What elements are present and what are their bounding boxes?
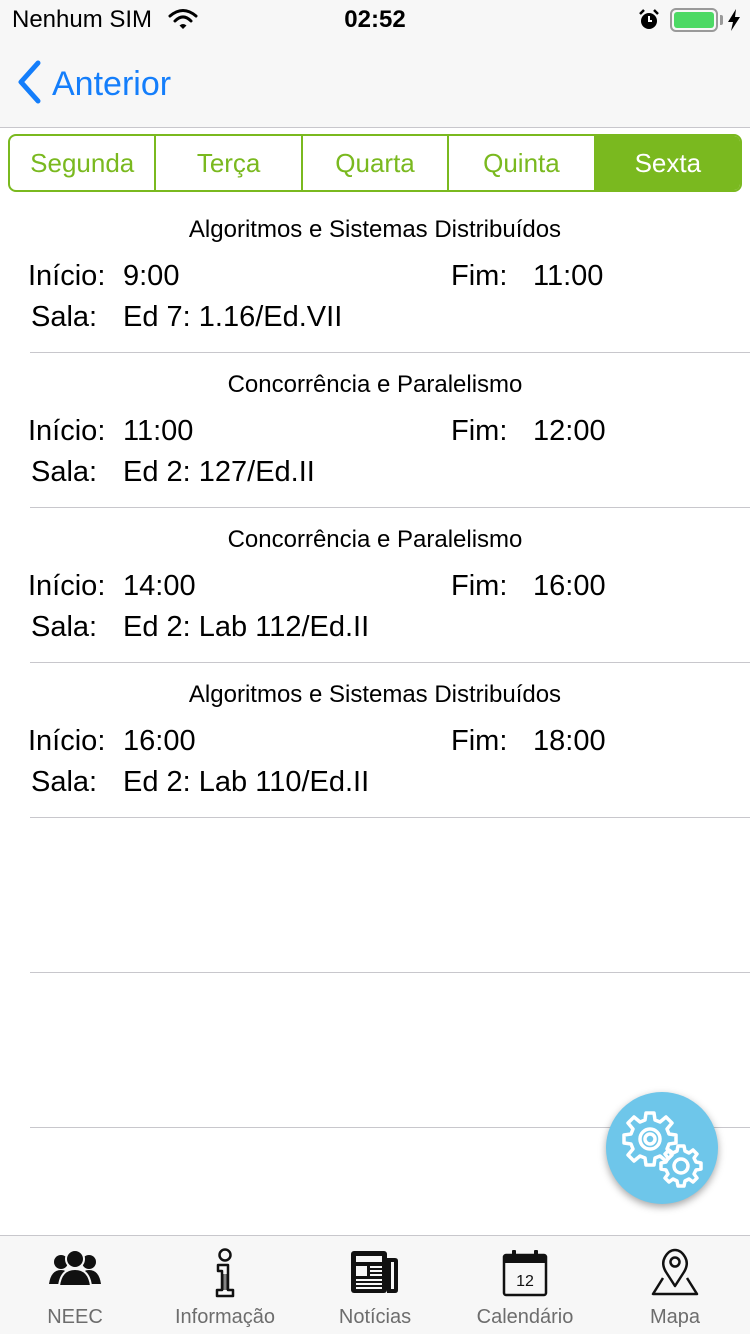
battery-icon bbox=[670, 8, 718, 32]
segment-quarta[interactable]: Quarta bbox=[303, 136, 450, 190]
class-row[interactable]: Algoritmos e Sistemas Distribuídos Iníci… bbox=[0, 198, 750, 353]
end-time: 12:00 bbox=[533, 415, 606, 447]
schedule-list: Algoritmos e Sistemas Distribuídos Iníci… bbox=[0, 198, 750, 1128]
tab-neec[interactable]: NEEC bbox=[0, 1236, 150, 1334]
back-button[interactable]: Anterior bbox=[16, 60, 171, 109]
end-label: Fim: bbox=[451, 415, 508, 447]
start-time: 16:00 bbox=[123, 725, 196, 757]
start-label: Início: bbox=[28, 725, 106, 757]
navigation-bar: Anterior bbox=[0, 40, 750, 128]
course-name: Concorrência e Paralelismo bbox=[227, 526, 523, 553]
room-label: Sala: bbox=[31, 766, 98, 798]
group-icon bbox=[49, 1248, 101, 1293]
status-bar: Nenhum SIM 02:52 bbox=[0, 0, 750, 40]
info-icon bbox=[210, 1248, 240, 1303]
start-time: 14:00 bbox=[123, 570, 196, 602]
chevron-left-icon bbox=[16, 60, 42, 109]
start-label: Início: bbox=[28, 570, 106, 602]
segment-terca[interactable]: Terça bbox=[156, 136, 303, 190]
segment-sexta[interactable]: Sexta bbox=[595, 136, 740, 190]
room-value: Ed 7: 1.16/Ed.VII bbox=[123, 301, 343, 333]
room-label: Sala: bbox=[31, 456, 98, 488]
charging-bolt-icon bbox=[727, 9, 741, 36]
calendar-day-number: 12 bbox=[516, 1273, 534, 1290]
course-name: Algoritmos e Sistemas Distribuídos bbox=[188, 216, 562, 243]
course-name: Algoritmos e Sistemas Distribuídos bbox=[188, 681, 562, 708]
tab-mapa[interactable]: Mapa bbox=[600, 1236, 750, 1334]
room-label: Sala: bbox=[31, 301, 98, 333]
tab-calendario[interactable]: 12 Calendário bbox=[450, 1236, 600, 1334]
end-time: 11:00 bbox=[533, 260, 604, 292]
tab-label: Notícias bbox=[338, 1306, 412, 1328]
segment-segunda[interactable]: Segunda bbox=[10, 136, 157, 190]
gears-icon bbox=[612, 1096, 712, 1201]
end-label: Fim: bbox=[451, 570, 508, 602]
start-time: 11:00 bbox=[123, 415, 194, 447]
newspaper-icon bbox=[349, 1248, 401, 1301]
room-value: Ed 2: 127/Ed.II bbox=[123, 456, 315, 488]
segment-quinta[interactable]: Quinta bbox=[449, 136, 596, 190]
course-name: Concorrência e Paralelismo bbox=[227, 371, 523, 398]
empty-row bbox=[0, 818, 750, 973]
class-row[interactable]: Concorrência e Paralelismo Início: 14:00… bbox=[0, 508, 750, 663]
room-label: Sala: bbox=[31, 611, 98, 643]
start-label: Início: bbox=[28, 260, 106, 292]
tab-label: Informação bbox=[174, 1306, 276, 1328]
class-row[interactable]: Algoritmos e Sistemas Distribuídos Iníci… bbox=[0, 663, 750, 818]
class-row[interactable]: Concorrência e Paralelismo Início: 11:00… bbox=[0, 353, 750, 508]
tab-label: Calendário bbox=[476, 1306, 574, 1328]
end-label: Fim: bbox=[451, 260, 508, 292]
tab-label: Mapa bbox=[649, 1306, 701, 1328]
room-value: Ed 2: Lab 112/Ed.II bbox=[123, 611, 370, 643]
end-label: Fim: bbox=[451, 725, 508, 757]
tab-label: NEEC bbox=[47, 1306, 103, 1328]
end-time: 16:00 bbox=[533, 570, 606, 602]
tab-informacao[interactable]: Informação bbox=[150, 1236, 300, 1334]
tab-noticias[interactable]: Notícias bbox=[300, 1236, 450, 1334]
room-value: Ed 2: Lab 110/Ed.II bbox=[123, 766, 370, 798]
back-label: Anterior bbox=[52, 65, 172, 103]
settings-fab-button[interactable] bbox=[606, 1092, 718, 1204]
calendar-icon: 12 bbox=[501, 1248, 549, 1303]
start-time: 9:00 bbox=[123, 260, 180, 292]
end-time: 18:00 bbox=[533, 725, 606, 757]
day-segmented-control: Segunda Terça Quarta Quinta Sexta bbox=[8, 134, 742, 192]
alarm-icon bbox=[638, 9, 660, 36]
start-label: Início: bbox=[28, 415, 106, 447]
map-pin-icon bbox=[649, 1248, 701, 1301]
battery-tip bbox=[720, 15, 723, 25]
tab-bar: NEEC Informação Notícias 12 Calendário M… bbox=[0, 1235, 750, 1334]
